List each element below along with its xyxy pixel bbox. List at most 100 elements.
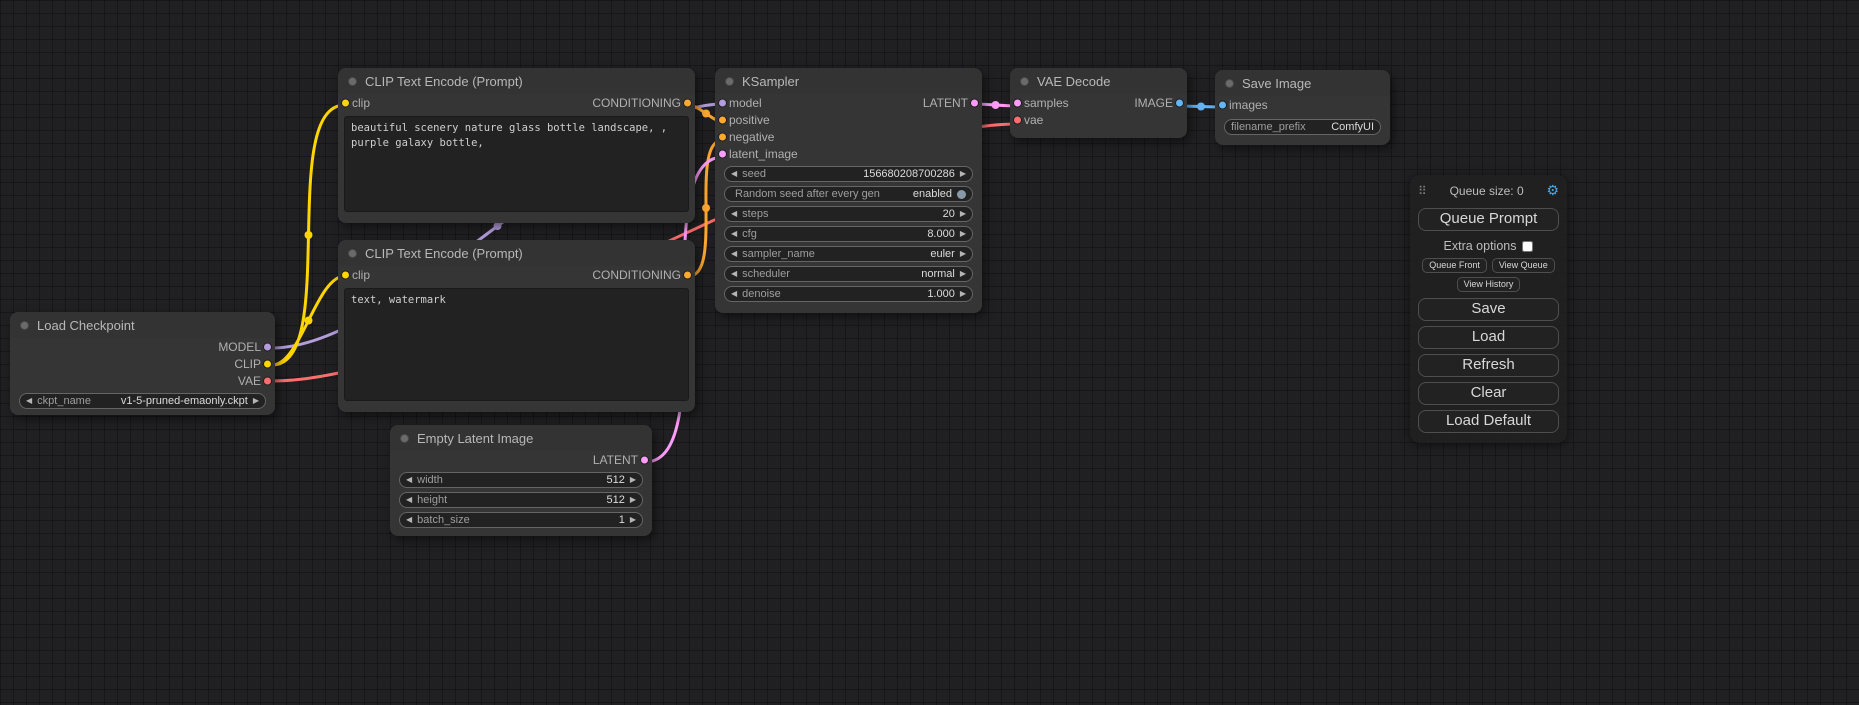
decrement-arrow-icon[interactable]: ◀	[406, 476, 412, 484]
random-seed-toggle-widget[interactable]: Random seed after every gen enabled	[724, 186, 973, 202]
load-default-button[interactable]: Load Default	[1418, 410, 1559, 433]
seed-widget[interactable]: ◀ seed 156680208700286 ▶	[724, 166, 973, 182]
link-clip-to-negative	[272, 276, 345, 365]
node-clip-text-encode-positive[interactable]: CLIP Text Encode (Prompt) clip CONDITION…	[338, 68, 695, 223]
comfy-menu-panel: ⠿ Queue size: 0 ⚙ Queue Prompt Extra opt…	[1410, 175, 1567, 443]
collapse-dot-icon[interactable]	[725, 77, 734, 86]
decrement-arrow-icon[interactable]: ◀	[406, 496, 412, 504]
queue-prompt-button[interactable]: Queue Prompt	[1418, 208, 1559, 231]
image-output-dot[interactable]	[1175, 98, 1184, 107]
cfg-widget[interactable]: ◀ cfg 8.000 ▶	[724, 226, 973, 242]
widget-value: normal	[921, 268, 955, 280]
toggle-state-dot[interactable]	[957, 190, 966, 199]
node-graph-canvas[interactable]: Load Checkpoint MODEL CLIP VAE ◀ ckpt_na…	[0, 0, 1859, 705]
model-input-dot[interactable]	[718, 98, 727, 107]
decrement-arrow-icon[interactable]: ◀	[731, 170, 737, 178]
width-widget[interactable]: ◀ width 512 ▶	[399, 472, 643, 488]
node-save-image[interactable]: Save Image images filename_prefix ComfyU…	[1215, 70, 1390, 145]
collapse-dot-icon[interactable]	[1225, 79, 1234, 88]
output-slot-vae: VAE	[10, 372, 275, 389]
clip-input-dot[interactable]	[341, 98, 350, 107]
node-header[interactable]: Empty Latent Image	[390, 425, 652, 451]
sampler-name-widget[interactable]: ◀ sampler_name euler ▶	[724, 246, 973, 262]
batch-size-widget[interactable]: ◀ batch_size 1 ▶	[399, 512, 643, 528]
view-history-button[interactable]: View History	[1457, 277, 1521, 292]
extra-options-checkbox[interactable]	[1522, 241, 1533, 252]
collapse-dot-icon[interactable]	[348, 77, 357, 86]
node-empty-latent-image[interactable]: Empty Latent Image LATENT ◀ width 512 ▶ …	[390, 425, 652, 536]
collapse-dot-icon[interactable]	[20, 321, 29, 330]
height-widget[interactable]: ◀ height 512 ▶	[399, 492, 643, 508]
conditioning-output-dot[interactable]	[683, 98, 692, 107]
steps-widget[interactable]: ◀ steps 20 ▶	[724, 206, 973, 222]
filename-prefix-widget[interactable]: filename_prefix ComfyUI	[1224, 119, 1381, 135]
vae-output-dot[interactable]	[263, 376, 272, 385]
increment-arrow-icon[interactable]: ▶	[630, 496, 636, 504]
input-slot-vae: vae	[1010, 111, 1187, 128]
model-output-dot[interactable]	[263, 342, 272, 351]
queue-front-button[interactable]: Queue Front	[1422, 258, 1487, 273]
view-queue-button[interactable]: View Queue	[1492, 258, 1555, 273]
node-vae-decode[interactable]: VAE Decode samples IMAGE vae	[1010, 68, 1187, 138]
scheduler-widget[interactable]: ◀ scheduler normal ▶	[724, 266, 973, 282]
clip-output-dot[interactable]	[263, 359, 272, 368]
node-ksampler[interactable]: KSampler model LATENT positive negative …	[715, 68, 982, 313]
decrement-arrow-icon[interactable]: ◀	[406, 516, 412, 524]
increment-arrow-icon[interactable]: ▶	[630, 516, 636, 524]
ckpt-name-widget[interactable]: ◀ ckpt_name v1-5-pruned-emaonly.ckpt ▶	[19, 393, 266, 409]
decrement-arrow-icon[interactable]: ◀	[731, 210, 737, 218]
negative-input-dot[interactable]	[718, 132, 727, 141]
increment-arrow-icon[interactable]: ▶	[630, 476, 636, 484]
slot-label: samples	[1024, 96, 1069, 110]
save-button[interactable]: Save	[1418, 298, 1559, 321]
load-button[interactable]: Load	[1418, 326, 1559, 349]
increment-arrow-icon[interactable]: ▶	[960, 230, 966, 238]
positive-input-dot[interactable]	[718, 115, 727, 124]
increment-arrow-icon[interactable]: ▶	[960, 170, 966, 178]
next-value-arrow-icon[interactable]: ▶	[253, 397, 259, 405]
clip-input-dot[interactable]	[341, 270, 350, 279]
node-load-checkpoint[interactable]: Load Checkpoint MODEL CLIP VAE ◀ ckpt_na…	[10, 312, 275, 415]
widget-label: ckpt_name	[37, 395, 91, 407]
prev-value-arrow-icon[interactable]: ◀	[731, 270, 737, 278]
collapse-dot-icon[interactable]	[1020, 77, 1029, 86]
next-value-arrow-icon[interactable]: ▶	[960, 250, 966, 258]
samples-input-dot[interactable]	[1013, 98, 1022, 107]
drag-handle-icon[interactable]: ⠿	[1418, 184, 1427, 198]
refresh-button[interactable]: Refresh	[1418, 354, 1559, 377]
next-value-arrow-icon[interactable]: ▶	[960, 270, 966, 278]
node-header[interactable]: CLIP Text Encode (Prompt)	[338, 240, 695, 266]
latent-image-input-dot[interactable]	[718, 149, 727, 158]
positive-prompt-textarea[interactable]: beautiful scenery nature glass bottle la…	[344, 116, 689, 212]
images-input-dot[interactable]	[1218, 100, 1227, 109]
node-header[interactable]: Save Image	[1215, 70, 1390, 96]
conditioning-output-dot[interactable]	[683, 270, 692, 279]
denoise-widget[interactable]: ◀ denoise 1.000 ▶	[724, 286, 973, 302]
prev-value-arrow-icon[interactable]: ◀	[26, 397, 32, 405]
widget-label: height	[417, 494, 447, 506]
settings-gear-icon[interactable]: ⚙	[1546, 182, 1559, 199]
output-slot-model: MODEL	[10, 338, 275, 355]
node-header[interactable]: VAE Decode	[1010, 68, 1187, 94]
extra-options-label: Extra options	[1444, 239, 1517, 253]
latent-output-dot[interactable]	[970, 98, 979, 107]
collapse-dot-icon[interactable]	[348, 249, 357, 258]
negative-prompt-textarea[interactable]: text, watermark	[344, 288, 689, 401]
decrement-arrow-icon[interactable]: ◀	[731, 290, 737, 298]
increment-arrow-icon[interactable]: ▶	[960, 290, 966, 298]
node-header[interactable]: KSampler	[715, 68, 982, 94]
clear-button[interactable]: Clear	[1418, 382, 1559, 405]
node-header[interactable]: CLIP Text Encode (Prompt)	[338, 68, 695, 94]
decrement-arrow-icon[interactable]: ◀	[731, 230, 737, 238]
link-midpoint-dot	[702, 204, 710, 212]
latent-output-dot[interactable]	[640, 455, 649, 464]
node-clip-text-encode-negative[interactable]: CLIP Text Encode (Prompt) clip CONDITION…	[338, 240, 695, 412]
node-header[interactable]: Load Checkpoint	[10, 312, 275, 338]
output-slot-latent: LATENT	[390, 451, 652, 468]
vae-input-dot[interactable]	[1013, 115, 1022, 124]
increment-arrow-icon[interactable]: ▶	[960, 210, 966, 218]
node-title: Save Image	[1242, 76, 1311, 91]
input-slot-images: images	[1215, 96, 1390, 113]
collapse-dot-icon[interactable]	[400, 434, 409, 443]
prev-value-arrow-icon[interactable]: ◀	[731, 250, 737, 258]
